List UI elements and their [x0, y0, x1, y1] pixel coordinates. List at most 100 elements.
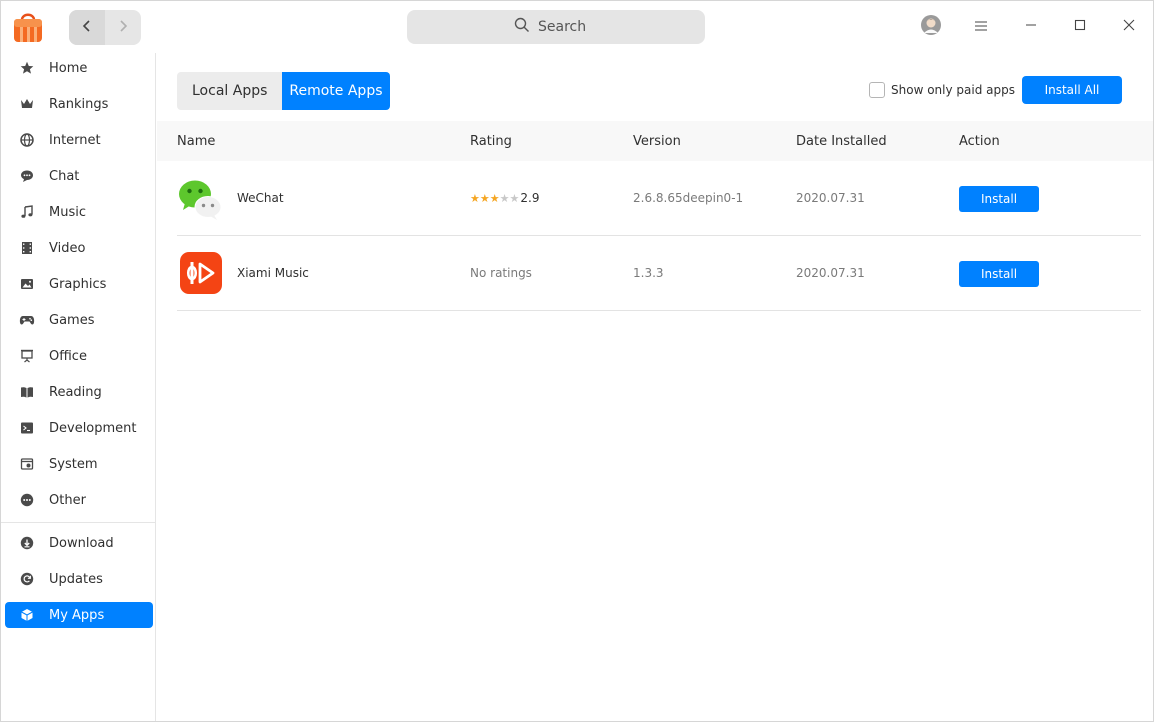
install-button[interactable]: Install: [959, 186, 1039, 212]
main-content: Local Apps Remote Apps Show only paid ap…: [157, 53, 1153, 721]
sidebar: Home Rankings Internet Chat Music Video …: [1, 53, 156, 721]
column-header-version[interactable]: Version: [633, 121, 681, 161]
rating-value: 2.9: [520, 191, 540, 205]
tab-remote-apps[interactable]: Remote Apps: [282, 72, 390, 110]
app-rating: No ratings: [470, 266, 532, 280]
star-empty-icon: ★: [509, 191, 520, 205]
maximize-icon: [1074, 19, 1086, 35]
back-button[interactable]: [69, 10, 105, 45]
sidebar-item-development[interactable]: Development: [5, 415, 153, 441]
paid-apps-checkbox[interactable]: [869, 82, 885, 98]
column-header-date-installed[interactable]: Date Installed: [796, 121, 887, 161]
image-icon: [19, 276, 35, 292]
terminal-icon: [19, 420, 35, 436]
app-version: 2.6.8.65deepin0-1: [633, 191, 744, 205]
forward-arrow-icon: [118, 19, 128, 37]
chat-bubble-icon: [19, 168, 35, 184]
sidebar-item-label: Office: [49, 348, 87, 364]
sidebar-item-label: Internet: [49, 132, 101, 148]
sidebar-item-label: Download: [49, 535, 114, 551]
menu-icon: [975, 20, 987, 35]
sidebar-item-updates[interactable]: Updates: [5, 566, 153, 592]
sidebar-item-graphics[interactable]: Graphics: [5, 271, 153, 297]
rating-stars: ★ ★ ★ ★ ★: [470, 193, 519, 204]
sidebar-item-video[interactable]: Video: [5, 235, 153, 261]
column-header-rating[interactable]: Rating: [470, 121, 512, 161]
table-row: WeChat ★ ★ ★ ★ ★ 2.9 2.6.8.65deepin0-1 2…: [177, 161, 1141, 236]
sidebar-item-label: Reading: [49, 384, 102, 400]
app-store-window: Home Rankings Internet Chat Music Video …: [0, 0, 1154, 722]
sidebar-item-label: Updates: [49, 571, 103, 587]
sidebar-item-download[interactable]: Download: [5, 530, 153, 556]
column-header-action[interactable]: Action: [959, 121, 1000, 161]
paid-apps-label: Show only paid apps: [891, 83, 1015, 97]
gamepad-icon: [19, 312, 35, 328]
sidebar-item-games[interactable]: Games: [5, 307, 153, 333]
sidebar-item-reading[interactable]: Reading: [5, 379, 153, 405]
sidebar-item-label: Chat: [49, 168, 80, 184]
table-header: Name Rating Version Date Installed Actio…: [157, 121, 1153, 161]
sidebar-item-label: System: [49, 456, 98, 472]
globe-icon: [19, 132, 35, 148]
star-icon: [19, 60, 35, 76]
app-version: 1.3.3: [633, 266, 664, 280]
sidebar-item-rankings[interactable]: Rankings: [5, 91, 153, 117]
sidebar-item-other[interactable]: Other: [5, 487, 153, 513]
install-all-button[interactable]: Install All: [1022, 76, 1122, 104]
user-avatar: [920, 14, 942, 40]
app-date-installed: 2020.07.31: [796, 266, 865, 280]
close-button[interactable]: [1113, 11, 1145, 43]
sidebar-item-office[interactable]: Office: [5, 343, 153, 369]
presentation-icon: [19, 348, 35, 364]
wechat-icon: [177, 176, 223, 222]
search-box[interactable]: [407, 10, 705, 44]
app-date-installed: 2020.07.31: [796, 191, 865, 205]
titlebar: [1, 1, 1153, 53]
app-source-tabs: Local Apps Remote Apps: [177, 72, 390, 110]
install-button[interactable]: Install: [959, 261, 1039, 287]
app-name: WeChat: [237, 191, 284, 205]
sidebar-item-home[interactable]: Home: [5, 55, 153, 81]
film-icon: [19, 240, 35, 256]
back-arrow-icon: [82, 19, 92, 37]
cube-icon: [19, 607, 35, 623]
sidebar-item-internet[interactable]: Internet: [5, 127, 153, 153]
minimize-button[interactable]: [1015, 11, 1047, 43]
column-header-name[interactable]: Name: [177, 121, 215, 161]
sidebar-item-label: Home: [49, 60, 88, 76]
book-icon: [19, 384, 35, 400]
maximize-button[interactable]: [1064, 11, 1096, 43]
app-store-logo: [13, 11, 43, 43]
search-input[interactable]: [538, 19, 598, 35]
system-window-icon: [19, 456, 35, 472]
more-dots-icon: [19, 492, 35, 508]
sidebar-item-label: Rankings: [49, 96, 109, 112]
main-menu-button[interactable]: [965, 11, 997, 43]
table-row: Xiami Music No ratings 1.3.3 2020.07.31 …: [177, 236, 1141, 311]
sidebar-item-chat[interactable]: Chat: [5, 163, 153, 189]
close-icon: [1123, 19, 1135, 35]
sidebar-item-label: Other: [49, 492, 86, 508]
app-name: Xiami Music: [237, 266, 309, 280]
search-icon: [514, 17, 530, 37]
crown-icon: [19, 96, 35, 112]
download-icon: [19, 535, 35, 551]
sidebar-item-system[interactable]: System: [5, 451, 153, 477]
star-filled-icon: ★: [470, 191, 480, 205]
star-partial-icon: ★: [489, 191, 500, 205]
star-empty-icon: ★: [499, 191, 510, 205]
navigation-buttons: [69, 10, 141, 45]
sidebar-item-my-apps[interactable]: My Apps: [5, 602, 153, 628]
forward-button[interactable]: [105, 10, 141, 45]
tab-local-apps[interactable]: Local Apps: [177, 72, 283, 110]
sidebar-item-label: Music: [49, 204, 86, 220]
paid-apps-filter[interactable]: Show only paid apps: [869, 82, 1015, 98]
xiami-music-icon: [179, 251, 223, 295]
sidebar-divider: [1, 522, 156, 523]
sidebar-item-music[interactable]: Music: [5, 199, 153, 225]
star-filled-icon: ★: [479, 191, 490, 205]
sidebar-item-label: Games: [49, 312, 95, 328]
sidebar-item-label: Graphics: [49, 276, 107, 292]
user-avatar-button[interactable]: [915, 11, 947, 43]
app-rating: ★ ★ ★ ★ ★ 2.9: [470, 161, 539, 235]
